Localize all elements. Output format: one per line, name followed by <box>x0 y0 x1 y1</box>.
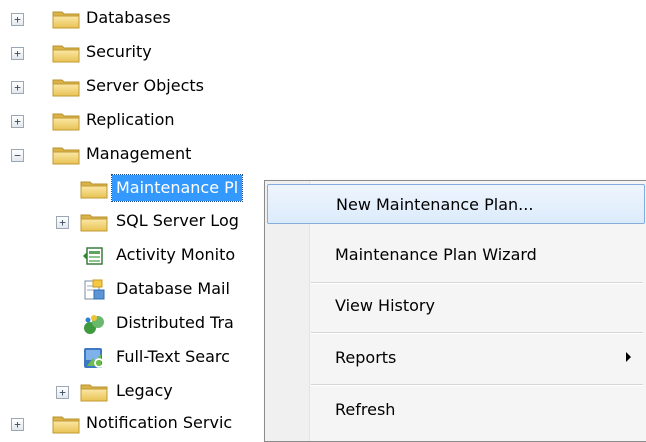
tree-item-distributed-transaction[interactable]: Distributed Tra <box>0 309 300 339</box>
menu-separator <box>311 332 643 334</box>
expand-icon[interactable]: + <box>11 47 24 60</box>
menu-separator <box>311 282 643 284</box>
menu-item-view-history[interactable]: View History <box>267 285 645 325</box>
folder-icon <box>52 414 80 434</box>
tree-item-full-text-search[interactable]: Full-Text Searc <box>0 343 300 373</box>
menu-item-new-maintenance-plan[interactable]: New Maintenance Plan... <box>267 184 645 224</box>
tree-item-label: Databases <box>86 8 171 27</box>
tree-item-label: Full-Text Searc <box>116 347 230 366</box>
database-mail-icon <box>84 279 105 300</box>
tree-item-activity-monitor[interactable]: Activity Monito <box>0 241 300 271</box>
folder-icon <box>52 77 80 97</box>
tree-item-sql-server-logs[interactable]: + SQL Server Log <box>0 207 300 237</box>
tree-item-databases[interactable]: + Databases <box>0 4 300 34</box>
folder-icon <box>52 145 80 165</box>
tree-item-label: Notification Servic <box>86 413 233 432</box>
folder-icon <box>80 179 108 199</box>
folder-icon <box>80 212 108 232</box>
tree-item-label: Distributed Tra <box>116 313 234 332</box>
tree-item-legacy[interactable]: + Legacy <box>0 377 300 407</box>
full-text-search-icon <box>84 348 104 368</box>
menu-item-label: New Maintenance Plan... <box>336 194 534 214</box>
menu-item-reports[interactable]: Reports <box>267 337 645 377</box>
expand-icon[interactable]: + <box>56 216 69 229</box>
distributed-transaction-icon <box>84 315 104 334</box>
tree-item-label: Maintenance Pl <box>110 174 244 202</box>
tree-item-label: Security <box>86 42 152 61</box>
expand-icon[interactable]: + <box>11 418 24 431</box>
tree-item-management[interactable]: − Management <box>0 140 300 170</box>
menu-separator <box>311 384 643 386</box>
tree-item-notification-services[interactable]: + Notification Servic <box>0 409 300 439</box>
tree-item-server-objects[interactable]: + Server Objects <box>0 72 300 102</box>
expand-icon[interactable]: + <box>11 81 24 94</box>
expand-icon[interactable]: + <box>11 13 24 26</box>
folder-icon <box>52 9 80 29</box>
menu-item-maintenance-plan-wizard[interactable]: Maintenance Plan Wizard <box>267 234 645 274</box>
tree-item-replication[interactable]: + Replication <box>0 106 300 136</box>
tree-item-database-mail[interactable]: Database Mail <box>0 275 300 305</box>
folder-icon <box>80 382 108 402</box>
context-menu: New Maintenance Plan... Maintenance Plan… <box>264 180 646 442</box>
menu-item-label: Reports <box>335 347 397 367</box>
tree-item-label: Server Objects <box>86 76 204 95</box>
tree-item-label: SQL Server Log <box>116 211 239 230</box>
expand-icon[interactable]: + <box>56 386 69 399</box>
tree-item-label: Activity Monito <box>116 245 236 264</box>
expand-icon[interactable]: + <box>11 115 24 128</box>
submenu-arrow-icon <box>626 352 631 362</box>
activity-monitor-icon <box>83 247 103 265</box>
folder-icon <box>52 111 80 131</box>
tree-item-label: Replication <box>86 110 175 129</box>
collapse-icon[interactable]: − <box>11 149 24 162</box>
folder-icon <box>52 43 80 63</box>
tree-item-label: Management <box>86 144 192 163</box>
menu-item-label: View History <box>335 295 435 315</box>
menu-item-refresh[interactable]: Refresh <box>267 389 645 429</box>
menu-item-label: Maintenance Plan Wizard <box>335 244 537 264</box>
menu-item-label: Refresh <box>335 399 396 419</box>
tree-item-label: Database Mail <box>116 279 230 298</box>
tree-item-label: Legacy <box>116 381 173 400</box>
tree-item-security[interactable]: + Security <box>0 38 300 68</box>
